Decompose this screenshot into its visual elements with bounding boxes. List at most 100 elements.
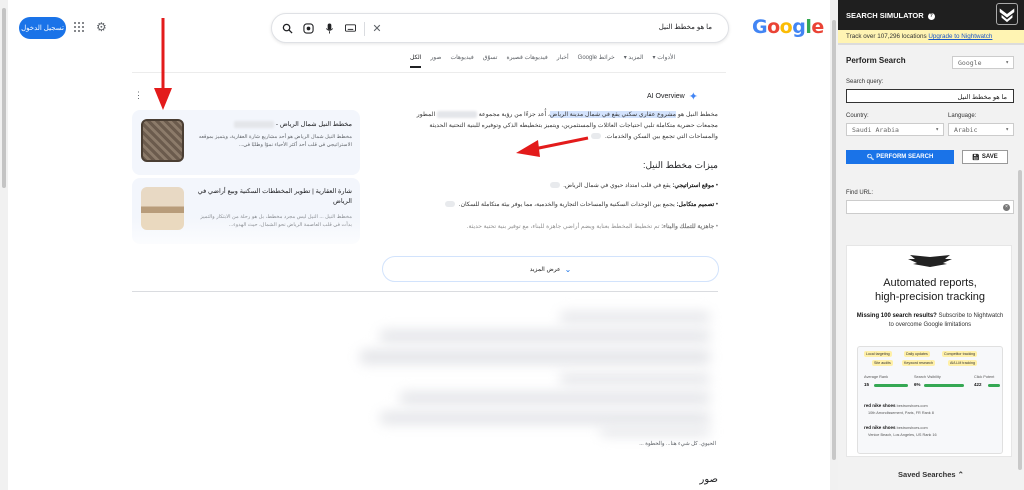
source-thumbnail bbox=[141, 119, 184, 162]
chevron-down-icon: ▾ bbox=[1005, 59, 1009, 66]
source-card[interactable]: مخطط النيل شمال الرياض - مخطط النيل شمال… bbox=[132, 110, 360, 175]
redacted-text bbox=[436, 110, 477, 118]
find-url-label: Find URL: bbox=[846, 190, 874, 196]
search-query-text[interactable]: ما هو مخطط النيل bbox=[659, 23, 712, 31]
panel-scrollbar[interactable] bbox=[1018, 170, 1022, 470]
save-label: SAVE bbox=[981, 154, 998, 160]
stat-bar bbox=[988, 384, 1000, 387]
simulator-header: SEARCH SIMULATOR ? bbox=[838, 0, 1024, 30]
query-label: Search query: bbox=[846, 79, 884, 85]
show-more-button[interactable]: عرض المزيد ⌄ bbox=[382, 256, 719, 282]
language-select[interactable]: Arabic ▾ bbox=[948, 123, 1014, 136]
result-snippet-tail: الحيوي. كل شيء هنا... والخطوة ... bbox=[639, 441, 716, 447]
citation-link-icon[interactable] bbox=[591, 133, 602, 140]
blurred-result bbox=[560, 312, 710, 322]
help-icon[interactable]: ? bbox=[927, 12, 935, 20]
chevron-down-icon: ⌄ bbox=[564, 264, 572, 274]
keyword-site: bestrunshoes.com bbox=[896, 404, 928, 408]
feature-text: يجمع بين الوحدات السكنية والمساحات التجا… bbox=[458, 202, 675, 208]
country-label: Country: bbox=[846, 113, 869, 119]
country-select[interactable]: Saudi Arabia ▾ bbox=[846, 123, 944, 136]
stat-bar bbox=[924, 384, 964, 387]
tab-all[interactable]: الكل bbox=[410, 54, 422, 68]
tab-maps[interactable]: خرائط Google bbox=[578, 54, 615, 68]
sparkle-icon: ✦ bbox=[688, 91, 698, 103]
search-tabs: الكل صور فيديوهات تسوّق فيديوهات قصيرة أ… bbox=[410, 54, 726, 68]
show-more-label: عرض المزيد bbox=[529, 266, 561, 273]
engine-value: Google bbox=[958, 59, 982, 67]
tab-short-videos[interactable]: فيديوهات قصيرة bbox=[506, 54, 547, 68]
stat-value-text: 6% bbox=[914, 382, 921, 387]
blurred-result bbox=[560, 374, 710, 384]
left-scrollbar[interactable] bbox=[0, 0, 8, 490]
feature-pill: Keyword research bbox=[902, 360, 935, 366]
clear-icon[interactable]: ✕ bbox=[370, 21, 384, 35]
tabs-divider bbox=[132, 72, 726, 73]
citation-link-icon[interactable] bbox=[549, 182, 560, 189]
ad-cta-bold: Missing 100 search results? bbox=[856, 313, 937, 319]
ai-text-part: والمساحات التي تجمع بين السكن والخدمات. bbox=[604, 133, 718, 140]
keyword-location: Venice Beach, Los Angeles, US Rank 16 bbox=[868, 433, 937, 437]
tab-shopping[interactable]: تسوّق bbox=[483, 54, 498, 68]
source-title[interactable]: شارة العقارية | تطوير المخططات السكنية و… bbox=[192, 187, 352, 207]
search-icon[interactable] bbox=[280, 21, 294, 35]
source-snippet: مخطط النيل شمال الرياض هو أحد مشاريع شار… bbox=[198, 134, 352, 148]
perform-search-label: PERFORM SEARCH bbox=[876, 154, 934, 160]
sign-in-button[interactable]: تسجيل الدخول bbox=[19, 17, 66, 39]
annotation-arrow bbox=[516, 136, 589, 157]
citation-link-icon[interactable] bbox=[445, 201, 456, 208]
google-logo[interactable]: Google bbox=[752, 16, 824, 38]
scrollbar-thumb[interactable] bbox=[832, 20, 836, 460]
source-title[interactable]: مخطط النيل شمال الرياض - bbox=[192, 120, 352, 130]
tab-more[interactable]: المزيد ▾ bbox=[624, 54, 644, 68]
feature-pill: Daily updates bbox=[904, 351, 930, 357]
stat-value: 422 bbox=[974, 382, 982, 387]
tab-tools[interactable]: الأدوات ▾ bbox=[653, 54, 676, 68]
perform-search-button[interactable]: 🔍︎ PERFORM SEARCH bbox=[846, 150, 954, 164]
location-text: Venice Beach, Los Angeles, US bbox=[868, 433, 922, 437]
source-card[interactable]: شارة العقارية | تطوير المخططات السكنية و… bbox=[132, 178, 360, 244]
microphone-icon[interactable] bbox=[322, 21, 336, 35]
blurred-result bbox=[600, 428, 710, 436]
language-value: Arabic bbox=[954, 126, 978, 134]
lens-icon[interactable] bbox=[301, 21, 315, 35]
keyboard-icon[interactable] bbox=[343, 21, 357, 35]
save-icon: 💾︎ bbox=[972, 154, 980, 161]
page-scrollbar[interactable] bbox=[830, 0, 838, 490]
search-icon: 🔍︎ bbox=[866, 154, 875, 161]
stat-label: Click Potent bbox=[974, 375, 995, 379]
perform-search-heading: Perform Search bbox=[846, 56, 906, 65]
save-button[interactable]: 💾︎ SAVE bbox=[962, 150, 1008, 164]
ad-headline-1: Automated reports, bbox=[883, 277, 977, 289]
keyword-row: red nike shoes bestrunshoes.com bbox=[864, 403, 928, 408]
chevron-down-icon: ▾ bbox=[935, 126, 939, 133]
settings-gear-icon[interactable]: ⚙ bbox=[96, 21, 107, 33]
keyword-location: 10th Arrondissement, Paris, FR Rank 8 bbox=[868, 411, 934, 415]
search-bar-divider bbox=[364, 22, 365, 36]
scrollbar-thumb[interactable] bbox=[2, 8, 6, 188]
images-section-heading: صور bbox=[699, 474, 719, 485]
location-text: 10th Arrondissement, Paris, FR bbox=[868, 411, 921, 415]
ai-text-part: ، أُعد جزءًا من رؤية مجموعة bbox=[478, 111, 550, 118]
source-thumbnail bbox=[141, 187, 184, 230]
upgrade-link[interactable]: Upgrade to Nightwatch bbox=[928, 33, 992, 40]
banner-text: Track over 107,296 locations bbox=[846, 33, 927, 40]
find-url-input[interactable]: × bbox=[846, 200, 1014, 214]
saved-searches-toggle[interactable]: Saved Searches ⌃ bbox=[838, 470, 1024, 479]
keyword: red nike shoes bbox=[864, 403, 896, 408]
blurred-result bbox=[380, 412, 710, 424]
search-bar[interactable]: ✕ ما هو مخطط النيل bbox=[271, 13, 729, 43]
nightwatch-ad[interactable]: Automated reports, high-precision trackin… bbox=[846, 245, 1012, 457]
search-engine-select[interactable]: Google ▾ bbox=[952, 56, 1014, 69]
feature-pill: Local targeting bbox=[864, 351, 892, 357]
tab-videos[interactable]: فيديوهات bbox=[450, 54, 473, 68]
more-options-icon[interactable]: ⋮ bbox=[134, 90, 143, 101]
source-title-text: مخطط النيل شمال الرياض - bbox=[275, 121, 352, 128]
tab-images[interactable]: صور bbox=[430, 54, 441, 68]
language-label: Language: bbox=[948, 113, 977, 119]
query-input[interactable]: ما هو مخطط النيل bbox=[846, 89, 1014, 103]
tab-news[interactable]: أخبار bbox=[557, 54, 569, 68]
clear-icon[interactable]: × bbox=[1003, 204, 1010, 211]
apps-grid-icon[interactable] bbox=[74, 22, 84, 32]
stat-value: 15 bbox=[864, 382, 869, 387]
